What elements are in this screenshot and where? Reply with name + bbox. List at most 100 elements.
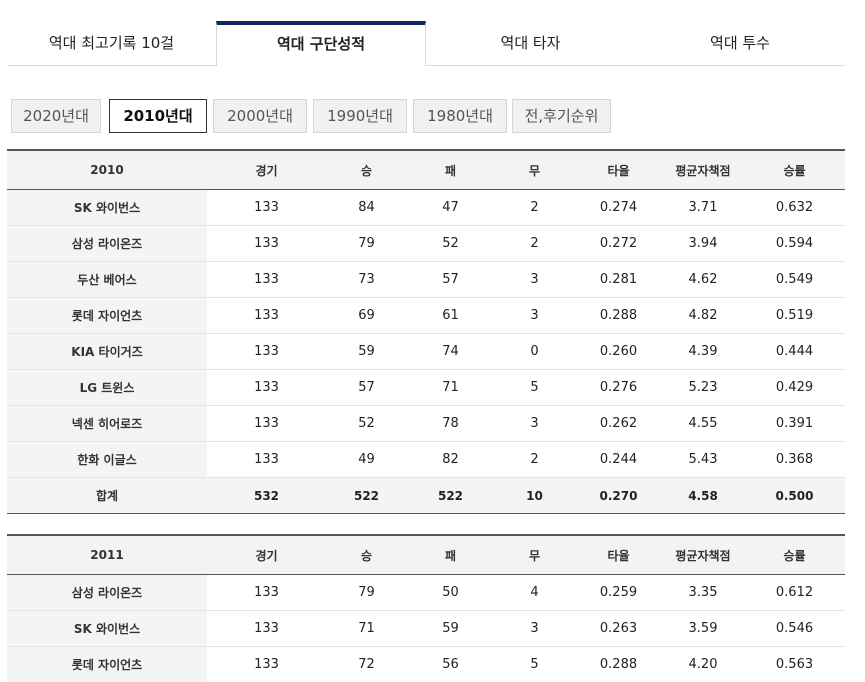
- cell-draws: 2: [494, 190, 575, 226]
- cell-draws: 3: [494, 611, 575, 647]
- cell-era: 4.20: [662, 647, 744, 682]
- decade-button-split-season[interactable]: 전,후기순위: [512, 99, 611, 133]
- cell-games: 133: [207, 370, 326, 406]
- table-row: KIA 타이거즈133597400.2604.390.444: [7, 334, 845, 370]
- team-name: LG 트윈스: [7, 370, 207, 406]
- total-win-pct: 0.500: [744, 478, 845, 514]
- cell-draws: 3: [494, 262, 575, 298]
- cell-win-pct: 0.519: [744, 298, 845, 334]
- total-label: 합계: [7, 478, 207, 514]
- cell-wins: 84: [326, 190, 407, 226]
- cell-games: 133: [207, 442, 326, 478]
- cell-losses: 61: [407, 298, 494, 334]
- cell-losses: 82: [407, 442, 494, 478]
- cell-wins: 59: [326, 334, 407, 370]
- year-header: 2010: [7, 150, 207, 190]
- table-header-row: 2010 경기 승 패 무 타율 평균자책점 승률: [7, 150, 845, 190]
- cell-win-pct: 0.594: [744, 226, 845, 262]
- cell-batting-avg: 0.272: [575, 226, 662, 262]
- team-record-table-2010: 2010 경기 승 패 무 타율 평균자책점 승률 SK 와이번스1338447…: [7, 149, 845, 514]
- cell-games: 133: [207, 406, 326, 442]
- cell-wins: 57: [326, 370, 407, 406]
- total-row: 합계532522522100.2704.580.500: [7, 478, 845, 514]
- team-name: 롯데 자이언츠: [7, 647, 207, 682]
- cell-losses: 59: [407, 611, 494, 647]
- column-header-wins: 승: [326, 535, 407, 575]
- table-row: LG 트윈스133577150.2765.230.429: [7, 370, 845, 406]
- team-name: SK 와이번스: [7, 190, 207, 226]
- cell-draws: 5: [494, 370, 575, 406]
- cell-wins: 73: [326, 262, 407, 298]
- cell-era: 4.62: [662, 262, 744, 298]
- decade-button-2010s[interactable]: 2010년대: [109, 99, 207, 133]
- tab-team-records[interactable]: 역대 구단성적: [216, 21, 426, 66]
- table-row: 넥센 히어로즈133527830.2624.550.391: [7, 406, 845, 442]
- cell-games: 133: [207, 190, 326, 226]
- table-row: 롯데 자이언츠133725650.2884.200.563: [7, 647, 845, 682]
- team-name: SK 와이번스: [7, 611, 207, 647]
- decade-button-1990s[interactable]: 1990년대: [313, 99, 407, 133]
- decade-button-2000s[interactable]: 2000년대: [213, 99, 307, 133]
- cell-batting-avg: 0.262: [575, 406, 662, 442]
- table-row: 한화 이글스133498220.2445.430.368: [7, 442, 845, 478]
- cell-losses: 50: [407, 575, 494, 611]
- cell-draws: 3: [494, 406, 575, 442]
- cell-win-pct: 0.368: [744, 442, 845, 478]
- column-header-batting-avg: 타율: [575, 535, 662, 575]
- table-row: 두산 베어스133735730.2814.620.549: [7, 262, 845, 298]
- table-row: 삼성 라이온즈133795220.2723.940.594: [7, 226, 845, 262]
- table-row: SK 와이번스133715930.2633.590.546: [7, 611, 845, 647]
- cell-era: 4.39: [662, 334, 744, 370]
- tab-pitchers[interactable]: 역대 투수: [635, 21, 845, 65]
- cell-era: 4.82: [662, 298, 744, 334]
- column-header-era: 평균자책점: [662, 150, 744, 190]
- cell-wins: 79: [326, 226, 407, 262]
- team-name: 삼성 라이온즈: [7, 226, 207, 262]
- cell-draws: 2: [494, 226, 575, 262]
- cell-batting-avg: 0.288: [575, 298, 662, 334]
- cell-games: 133: [207, 334, 326, 370]
- team-name: 삼성 라이온즈: [7, 575, 207, 611]
- column-header-era: 평균자책점: [662, 535, 744, 575]
- cell-wins: 49: [326, 442, 407, 478]
- cell-games: 133: [207, 262, 326, 298]
- cell-wins: 52: [326, 406, 407, 442]
- column-header-games: 경기: [207, 150, 326, 190]
- cell-era: 3.71: [662, 190, 744, 226]
- cell-batting-avg: 0.260: [575, 334, 662, 370]
- cell-draws: 2: [494, 442, 575, 478]
- total-games: 532: [207, 478, 326, 514]
- table-header-row: 2011 경기 승 패 무 타율 평균자책점 승률: [7, 535, 845, 575]
- cell-era: 3.35: [662, 575, 744, 611]
- cell-era: 3.59: [662, 611, 744, 647]
- decade-button-2020s[interactable]: 2020년대: [11, 99, 101, 133]
- cell-batting-avg: 0.244: [575, 442, 662, 478]
- team-name: 한화 이글스: [7, 442, 207, 478]
- cell-batting-avg: 0.276: [575, 370, 662, 406]
- cell-win-pct: 0.444: [744, 334, 845, 370]
- cell-win-pct: 0.391: [744, 406, 845, 442]
- cell-wins: 71: [326, 611, 407, 647]
- cell-losses: 78: [407, 406, 494, 442]
- team-name: 롯데 자이언츠: [7, 298, 207, 334]
- cell-wins: 79: [326, 575, 407, 611]
- cell-batting-avg: 0.281: [575, 262, 662, 298]
- cell-era: 3.94: [662, 226, 744, 262]
- column-header-win-pct: 승률: [744, 535, 845, 575]
- tab-top10-records[interactable]: 역대 최고기록 10걸: [7, 21, 216, 65]
- total-batting-avg: 0.270: [575, 478, 662, 514]
- cell-losses: 47: [407, 190, 494, 226]
- cell-losses: 57: [407, 262, 494, 298]
- cell-batting-avg: 0.259: [575, 575, 662, 611]
- decade-button-1980s[interactable]: 1980년대: [413, 99, 507, 133]
- column-header-draws: 무: [494, 150, 575, 190]
- cell-games: 133: [207, 647, 326, 682]
- cell-win-pct: 0.546: [744, 611, 845, 647]
- cell-games: 133: [207, 298, 326, 334]
- cell-win-pct: 0.429: [744, 370, 845, 406]
- cell-games: 133: [207, 575, 326, 611]
- team-record-table-2011: 2011 경기 승 패 무 타율 평균자책점 승률 삼성 라이온즈1337950…: [7, 534, 845, 682]
- tab-hitters[interactable]: 역대 타자: [426, 21, 635, 65]
- cell-win-pct: 0.612: [744, 575, 845, 611]
- column-header-losses: 패: [407, 150, 494, 190]
